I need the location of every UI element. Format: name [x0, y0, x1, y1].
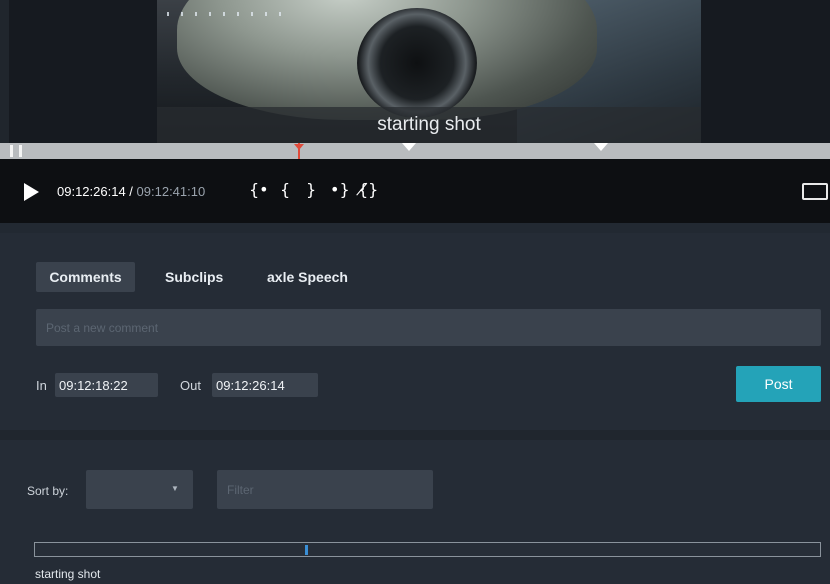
go-to-in-button[interactable]: {• [249, 180, 269, 199]
filter-input[interactable] [217, 470, 433, 509]
comment-panel: Comments Subclips axle Speech In Out Pos… [0, 233, 830, 430]
time-separator: / [125, 184, 137, 199]
tab-axle-speech[interactable]: axle Speech [267, 262, 348, 292]
clear-marks-button[interactable]: {̸} [358, 180, 378, 199]
video-caption: starting shot [157, 107, 701, 143]
sort-by-label: Sort by: [27, 484, 69, 498]
comment-marker-icon[interactable] [594, 143, 608, 151]
video-gutter [0, 0, 9, 143]
comment-list-section: Sort by: ▼ starting shot [0, 440, 830, 584]
section-divider [0, 430, 830, 440]
video-viewer[interactable]: starting shot [0, 0, 830, 143]
set-in-button[interactable]: { [280, 180, 290, 199]
post-button[interactable]: Post [736, 366, 821, 402]
scrubber-start-handle[interactable] [10, 145, 22, 157]
list-item[interactable]: starting shot [35, 567, 100, 581]
car-wheel-image [357, 8, 477, 118]
player-controls: 09:12:26:14 / 09:12:41:10 {• { } •} {̸} [0, 159, 830, 223]
chevron-down-icon: ▼ [171, 484, 179, 493]
in-label: In [36, 378, 47, 393]
comment-timeline[interactable] [34, 542, 821, 557]
set-out-button[interactable]: } [306, 180, 316, 199]
tab-comments[interactable]: Comments [36, 262, 135, 292]
new-comment-input[interactable] [36, 309, 821, 346]
comment-marker-icon[interactable] [402, 143, 416, 151]
lights-image [167, 12, 287, 16]
timeline-scrubber[interactable] [0, 143, 830, 165]
comment-position-marker[interactable] [305, 545, 308, 555]
in-timecode-field[interactable] [55, 373, 158, 397]
duration: 09:12:41:10 [136, 184, 206, 199]
go-to-out-button[interactable]: •} [330, 180, 350, 199]
sort-by-select[interactable]: ▼ [86, 470, 193, 509]
current-time: 09:12:26:14 [57, 184, 126, 199]
fullscreen-icon[interactable] [802, 183, 828, 200]
tab-subclips[interactable]: Subclips [165, 262, 223, 292]
panel-divider [0, 223, 830, 233]
out-timecode-field[interactable] [212, 373, 318, 397]
play-button[interactable] [24, 183, 39, 201]
timecode-display: 09:12:26:14 / 09:12:41:10 [57, 184, 205, 199]
out-label: Out [180, 378, 201, 393]
